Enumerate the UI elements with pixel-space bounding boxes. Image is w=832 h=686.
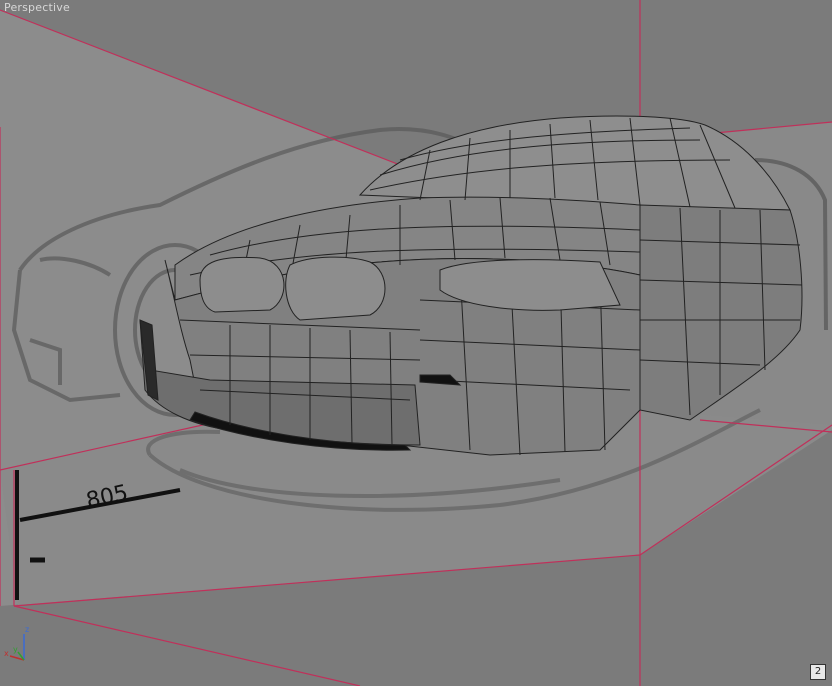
axis-y-label: y [13, 645, 18, 654]
axis-x-label: x [4, 649, 9, 658]
viewport-scene[interactable]: 805 [0, 0, 832, 686]
viewport-number-badge: 2 [810, 664, 826, 680]
view-axis-gizmo-icon: z x y [4, 622, 38, 664]
perspective-viewport[interactable]: 805 Perspective z x y 2 [0, 0, 832, 686]
axis-z-label: z [25, 625, 29, 634]
viewport-label[interactable]: Perspective [4, 1, 70, 14]
